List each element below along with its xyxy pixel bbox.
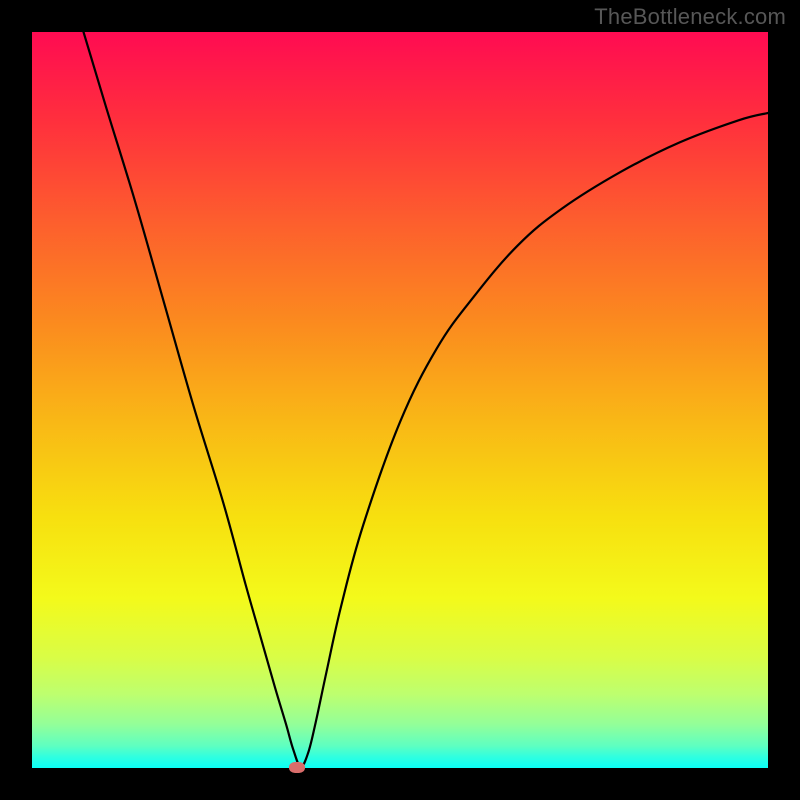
- curve-svg: [32, 32, 768, 768]
- minimum-marker: [289, 762, 305, 773]
- chart-frame: TheBottleneck.com: [0, 0, 800, 800]
- curve-path: [84, 32, 768, 767]
- plot-area: [32, 32, 768, 768]
- watermark-text: TheBottleneck.com: [594, 4, 786, 30]
